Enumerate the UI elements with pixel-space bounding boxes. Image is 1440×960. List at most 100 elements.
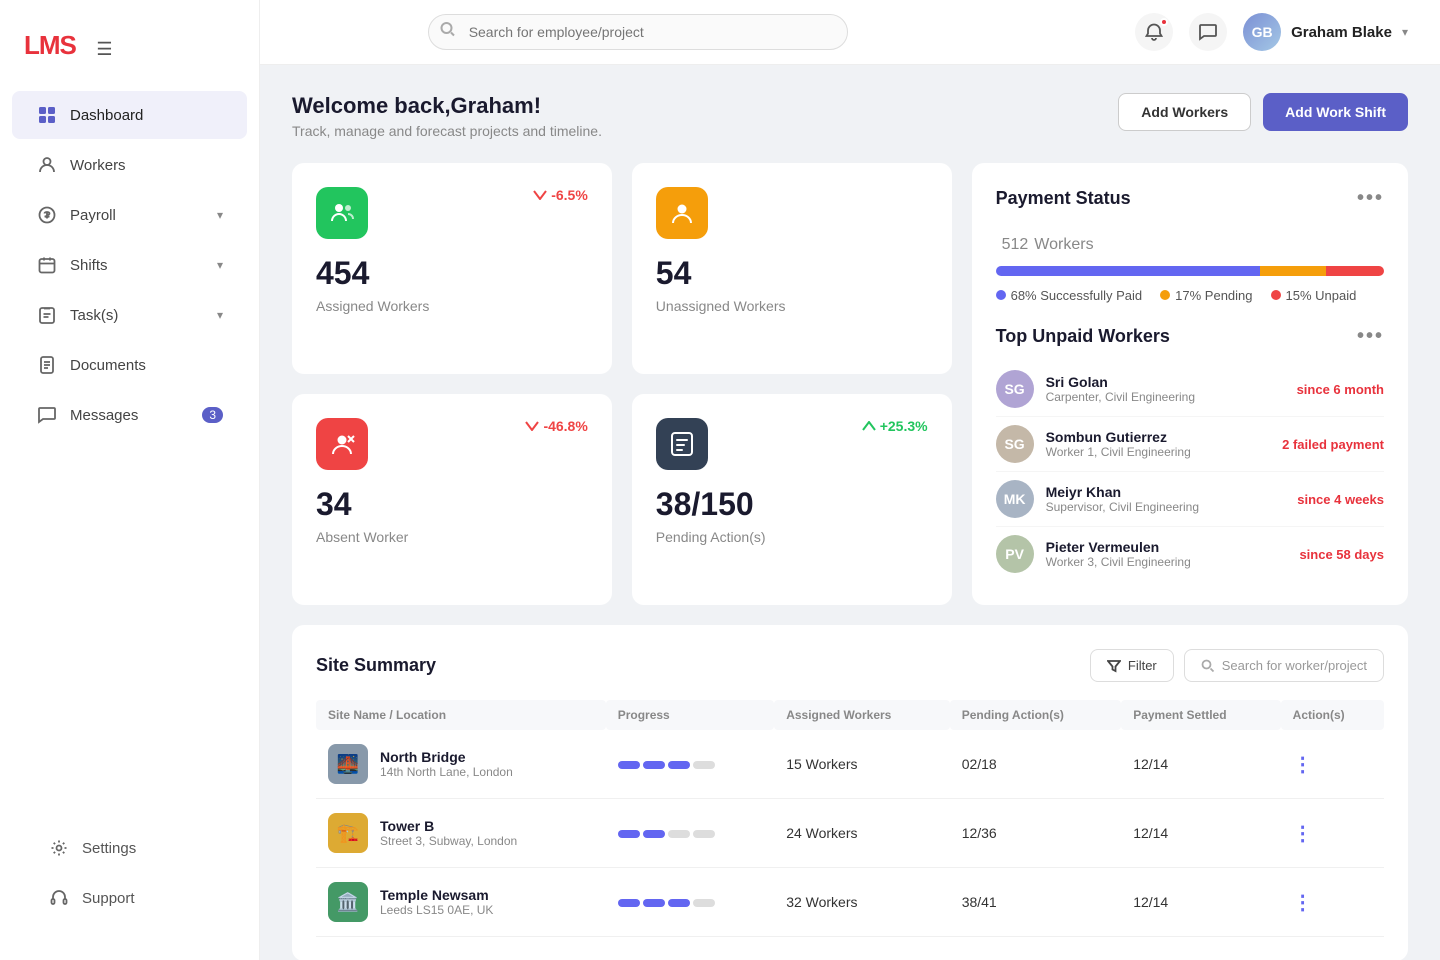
row-action-menu[interactable]: ⋮ <box>1293 754 1313 776</box>
sidebar-item-documents[interactable]: Documents <box>12 341 247 389</box>
unpaid-workers-list: SG Sri Golan Carpenter, Civil Engineerin… <box>996 362 1384 581</box>
site-header: Site Summary Filter Search for worker/pr… <box>316 649 1384 682</box>
sidebar-item-tasks[interactable]: Task(s) ▾ <box>12 291 247 339</box>
sidebar-item-settings[interactable]: Settings <box>24 824 235 872</box>
chevron-down-icon: ▾ <box>1402 25 1408 39</box>
worker-role: Worker 1, Civil Engineering <box>1046 445 1283 459</box>
site-location: Street 3, Subway, London <box>380 834 517 848</box>
worker-name: Sri Golan <box>1046 374 1297 390</box>
add-work-shift-button[interactable]: Add Work Shift <box>1263 93 1408 131</box>
sidebar-item-dashboard[interactable]: Dashboard <box>12 91 247 139</box>
site-name-cell: 🌉 North Bridge 14th North Lane, London <box>328 744 594 784</box>
sidebar-item-messages-label: Messages <box>70 407 138 424</box>
payment-menu-button[interactable]: ••• <box>1357 187 1384 210</box>
site-table: Site Name / Location Progress Assigned W… <box>316 700 1384 937</box>
col-payment: Payment Settled <box>1121 700 1280 730</box>
search-input[interactable] <box>428 14 848 50</box>
add-workers-button[interactable]: Add Workers <box>1118 93 1251 131</box>
payment-status-panel: Payment Status ••• 512Workers 68% Succes… <box>972 163 1408 605</box>
site-name-cell: 🏗️ Tower B Street 3, Subway, London <box>328 813 594 853</box>
worker-name: Sombun Gutierrez <box>1046 429 1283 445</box>
sidebar-item-dashboard-label: Dashboard <box>70 107 143 124</box>
site-search-button[interactable]: Search for worker/project <box>1184 649 1384 682</box>
site-location: 14th North Lane, London <box>380 765 513 779</box>
sidebar-item-messages[interactable]: Messages 3 <box>12 391 247 439</box>
worker-info: Pieter Vermeulen Worker 3, Civil Enginee… <box>1046 539 1300 569</box>
sidebar-item-support-label: Support <box>82 890 135 907</box>
absent-label: Absent Worker <box>316 529 588 545</box>
worker-role: Supervisor, Civil Engineering <box>1046 500 1298 514</box>
worker-role: Carpenter, Civil Engineering <box>1046 390 1297 404</box>
paid-segment <box>996 266 1260 276</box>
site-location: Leeds LS15 0AE, UK <box>380 903 493 917</box>
user-name: Graham Blake <box>1291 24 1392 41</box>
worker-avatar: MK <box>996 480 1034 518</box>
worker-name: Pieter Vermeulen <box>1046 539 1300 555</box>
absent-change: -46.8% <box>525 418 587 434</box>
sidebar-item-shifts[interactable]: Shifts ▾ <box>12 241 247 289</box>
site-pending: 12/36 <box>950 799 1122 868</box>
worker-info: Sombun Gutierrez Worker 1, Civil Enginee… <box>1046 429 1283 459</box>
search-bar <box>428 14 848 50</box>
unpaid-menu-button[interactable]: ••• <box>1357 325 1384 348</box>
sidebar-item-tasks-label: Task(s) <box>70 307 118 324</box>
page-title-area: Welcome back,Graham! Track, manage and f… <box>292 93 602 139</box>
topbar: GB Graham Blake ▾ <box>260 0 1440 65</box>
pending-icon <box>656 418 708 470</box>
page-subtitle: Track, manage and forecast projects and … <box>292 123 602 139</box>
site-name: Temple Newsam <box>380 887 493 903</box>
page-header: Welcome back,Graham! Track, manage and f… <box>292 93 1408 139</box>
calendar-icon <box>36 254 58 276</box>
header-buttons: Add Workers Add Work Shift <box>1118 93 1408 131</box>
chevron-down-icon: ▾ <box>217 208 223 222</box>
main-area: GB Graham Blake ▾ Welcome back,Graham! T… <box>260 0 1440 960</box>
unpaid-title-row: Top Unpaid Workers ••• <box>996 325 1384 348</box>
pending-actions-card: +25.3% 38/150 Pending Action(s) <box>632 394 952 605</box>
doc-icon <box>36 354 58 376</box>
stats-cards: -6.5% 454 Assigned Workers 54 Una <box>292 163 952 605</box>
row-action-menu[interactable]: ⋮ <box>1293 892 1313 914</box>
col-assigned: Assigned Workers <box>774 700 950 730</box>
payment-legend: 68% Successfully Paid 17% Pending 15% Un… <box>996 288 1384 303</box>
pending-label: Pending Action(s) <box>656 529 928 545</box>
sidebar-item-workers[interactable]: Workers <box>12 141 247 189</box>
sidebar-nav: Dashboard Workers Payroll ▾ Shifts ▾ <box>0 89 259 806</box>
unpaid-worker-item: PV Pieter Vermeulen Worker 3, Civil Engi… <box>996 527 1384 581</box>
sidebar-item-payroll[interactable]: Payroll ▾ <box>12 191 247 239</box>
row-action-menu[interactable]: ⋮ <box>1293 823 1313 845</box>
message-icon-button[interactable] <box>1189 13 1227 51</box>
site-thumbnail: 🏛️ <box>328 882 368 922</box>
worker-role: Worker 3, Civil Engineering <box>1046 555 1300 569</box>
site-pending: 38/41 <box>950 868 1122 937</box>
worker-info: Sri Golan Carpenter, Civil Engineering <box>1046 374 1297 404</box>
hamburger-icon[interactable]: ☰ <box>96 39 112 60</box>
table-row: 🏗️ Tower B Street 3, Subway, London 24 W… <box>316 799 1384 868</box>
site-tools: Filter Search for worker/project <box>1090 649 1384 682</box>
card-top: -46.8% <box>316 418 588 470</box>
payment-title-row: Payment Status ••• <box>996 187 1384 210</box>
chevron-down-icon: ▾ <box>217 258 223 272</box>
sidebar-item-support[interactable]: Support <box>24 874 235 922</box>
worker-status: 2 failed payment <box>1282 437 1384 452</box>
user-menu[interactable]: GB Graham Blake ▾ <box>1243 13 1408 51</box>
sidebar-item-workers-label: Workers <box>70 157 126 174</box>
site-assigned: 15 Workers <box>774 730 950 799</box>
assigned-workers-card: -6.5% 454 Assigned Workers <box>292 163 612 374</box>
stats-payment-row: -6.5% 454 Assigned Workers 54 Una <box>292 163 1408 605</box>
card-top <box>656 187 928 239</box>
worker-info: Meiyr Khan Supervisor, Civil Engineering <box>1046 484 1298 514</box>
pending-value: 38/150 <box>656 486 928 523</box>
site-name-cell: 🏛️ Temple Newsam Leeds LS15 0AE, UK <box>328 882 594 922</box>
absent-worker-card: -46.8% 34 Absent Worker <box>292 394 612 605</box>
page-title: Welcome back,Graham! <box>292 93 602 119</box>
unassigned-icon <box>656 187 708 239</box>
app-logo: LMS <box>24 30 76 60</box>
unpaid-segment <box>1326 266 1384 276</box>
content-area: Welcome back,Graham! Track, manage and f… <box>260 65 1440 960</box>
absent-value: 34 <box>316 486 588 523</box>
filter-button[interactable]: Filter <box>1090 649 1174 682</box>
notification-button[interactable] <box>1135 13 1173 51</box>
sidebar-logo-area: LMS ☰ <box>0 20 259 89</box>
sidebar-item-payroll-label: Payroll <box>70 207 116 224</box>
table-row: 🏛️ Temple Newsam Leeds LS15 0AE, UK 32 W… <box>316 868 1384 937</box>
